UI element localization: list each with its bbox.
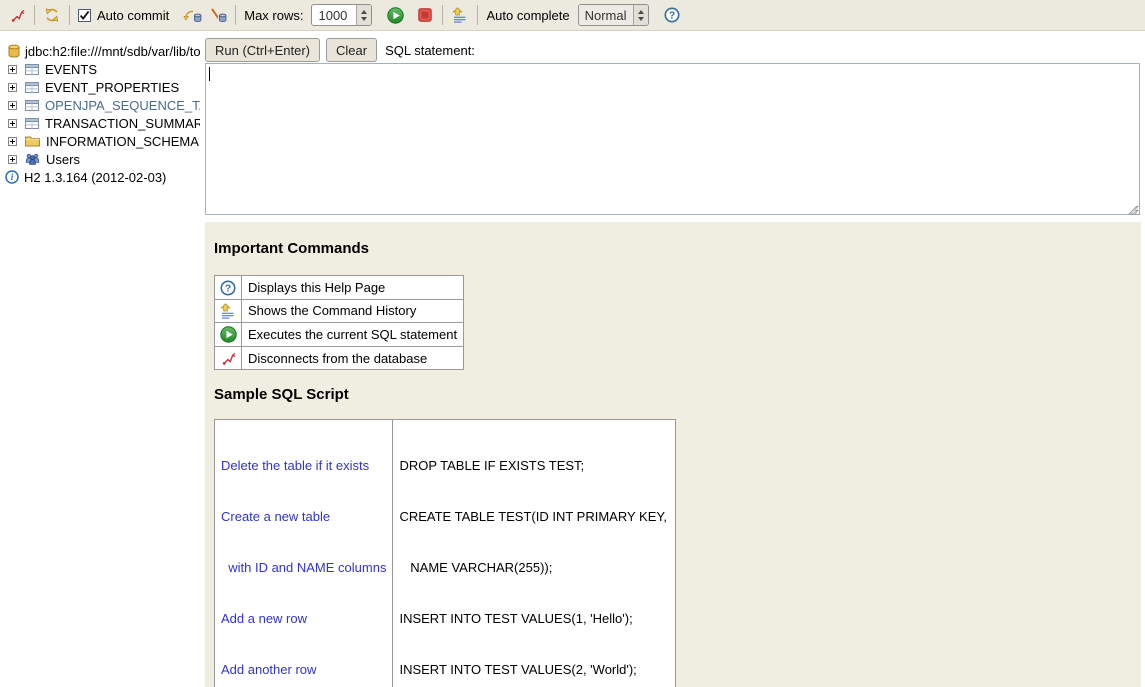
tree-node-label[interactable]: EVENT_PROPERTIES bbox=[45, 80, 179, 95]
commit-icon[interactable] bbox=[181, 3, 203, 27]
max-rows-select[interactable]: 1000 bbox=[311, 4, 372, 26]
expand-icon[interactable] bbox=[8, 119, 17, 128]
sample-link-delete-table[interactable]: Delete the table if it exists bbox=[221, 457, 386, 474]
expand-icon[interactable] bbox=[8, 101, 17, 110]
resize-grip-icon[interactable] bbox=[1128, 203, 1137, 212]
stop-icon[interactable] bbox=[414, 3, 436, 27]
auto-complete-value: Normal bbox=[579, 5, 633, 25]
table-icon bbox=[25, 100, 39, 111]
tree-node-events[interactable]: EVENTS bbox=[0, 60, 200, 78]
history-icon[interactable] bbox=[449, 3, 471, 27]
tree-node-label[interactable]: OPENJPA_SEQUENCE_TABLE bbox=[45, 98, 200, 113]
expand-icon[interactable] bbox=[8, 155, 17, 164]
refresh-icon[interactable] bbox=[41, 3, 63, 27]
run-button[interactable]: Run (Ctrl+Enter) bbox=[205, 38, 320, 62]
expand-icon[interactable] bbox=[8, 83, 17, 92]
important-commands-title: Important Commands bbox=[214, 240, 1129, 257]
toolbar-separator bbox=[442, 5, 443, 25]
connection-url-label[interactable]: jdbc:h2:file:///mnt/sdb/var/lib/tomcat bbox=[25, 44, 200, 59]
database-icon bbox=[8, 44, 20, 58]
auto-commit-label: Auto commit bbox=[97, 8, 169, 23]
command-row: Displays this Help Page bbox=[215, 276, 464, 300]
run-icon bbox=[220, 326, 237, 343]
tree-connection-node[interactable]: jdbc:h2:file:///mnt/sdb/var/lib/tomcat bbox=[0, 42, 200, 60]
checkbox-checked-icon bbox=[78, 9, 91, 22]
history-icon bbox=[220, 303, 236, 319]
expand-icon[interactable] bbox=[8, 65, 17, 74]
sample-link-create-table[interactable]: Create a new table bbox=[221, 508, 386, 525]
version-label: H2 1.3.164 (2012-02-03) bbox=[24, 170, 166, 185]
sample-sql-line: CREATE TABLE TEST(ID INT PRIMARY KEY, bbox=[399, 508, 669, 525]
sample-sql-line: INSERT INTO TEST VALUES(1, 'Hello'); bbox=[399, 610, 669, 627]
query-toolbar: Run (Ctrl+Enter) Clear SQL statement: bbox=[205, 38, 475, 62]
tree-node-transaction-summaries[interactable]: TRANSACTION_SUMMARIES bbox=[0, 114, 200, 132]
text-cursor bbox=[209, 67, 210, 81]
expand-icon[interactable] bbox=[8, 137, 17, 146]
folder-icon bbox=[25, 135, 40, 147]
sample-link-add-another-row[interactable]: Add another row bbox=[221, 661, 386, 678]
sample-row: Delete the table if it exists Create a n… bbox=[215, 420, 676, 687]
command-text: Executes the current SQL statement bbox=[242, 323, 464, 347]
max-rows-spinner[interactable] bbox=[356, 5, 371, 25]
tree-node-label[interactable]: TRANSACTION_SUMMARIES bbox=[45, 116, 200, 131]
command-row: Shows the Command History bbox=[215, 299, 464, 323]
sample-sql-title: Sample SQL Script bbox=[214, 386, 1129, 403]
table-icon bbox=[25, 118, 39, 129]
tree-node-label[interactable]: INFORMATION_SCHEMA bbox=[46, 134, 199, 149]
tree-version-row: H2 1.3.164 (2012-02-03) bbox=[0, 168, 200, 186]
auto-complete-spinner[interactable] bbox=[633, 5, 648, 25]
sql-textarea[interactable] bbox=[205, 63, 1140, 215]
command-text: Disconnects from the database bbox=[242, 347, 464, 370]
tree-node-event-properties[interactable]: EVENT_PROPERTIES bbox=[0, 78, 200, 96]
sample-sql-line: NAME VARCHAR(255)); bbox=[399, 559, 669, 576]
table-icon bbox=[25, 82, 39, 93]
sample-link-add-row[interactable]: Add a new row bbox=[221, 610, 386, 627]
tree-node-information-schema[interactable]: INFORMATION_SCHEMA bbox=[0, 132, 200, 150]
table-icon bbox=[25, 64, 39, 75]
command-text: Shows the Command History bbox=[242, 299, 464, 323]
auto-commit-checkbox[interactable]: Auto commit bbox=[78, 8, 173, 23]
sample-sql-line: INSERT INTO TEST VALUES(2, 'World'); bbox=[399, 661, 669, 678]
max-rows-value: 1000 bbox=[312, 5, 356, 25]
disconnect-icon bbox=[221, 351, 236, 366]
sample-sql-table: Delete the table if it exists Create a n… bbox=[214, 419, 676, 687]
command-row: Executes the current SQL statement bbox=[215, 323, 464, 347]
toolbar-separator bbox=[235, 5, 236, 25]
important-commands-table: Displays this Help Page Shows the Comman… bbox=[214, 275, 464, 370]
sql-statement-label: SQL statement: bbox=[385, 43, 475, 58]
command-text: Displays this Help Page bbox=[242, 276, 464, 300]
tree-node-openjpa-sequence-table[interactable]: OPENJPA_SEQUENCE_TABLE bbox=[0, 96, 200, 114]
sample-sql-line: DROP TABLE IF EXISTS TEST; bbox=[399, 457, 669, 474]
database-tree: jdbc:h2:file:///mnt/sdb/var/lib/tomcat E… bbox=[0, 42, 200, 186]
toolbar-separator bbox=[69, 5, 70, 25]
users-icon bbox=[25, 153, 40, 165]
toolbar: Auto commit Max rows: 1000 Auto complete… bbox=[0, 0, 1145, 31]
sample-link-create-table-line2[interactable]: with ID and NAME columns bbox=[221, 559, 386, 576]
command-row: Disconnects from the database bbox=[215, 347, 464, 370]
clear-button[interactable]: Clear bbox=[326, 38, 377, 62]
tree-node-users[interactable]: Users bbox=[0, 150, 200, 168]
rollback-icon[interactable] bbox=[207, 3, 229, 27]
auto-complete-label: Auto complete bbox=[486, 8, 569, 23]
h2-console: { "colors": { "toolbar_bg": "#ece9de", "… bbox=[0, 0, 1145, 687]
auto-complete-select[interactable]: Normal bbox=[578, 4, 649, 26]
run-icon[interactable] bbox=[384, 3, 406, 27]
tree-node-label[interactable]: EVENTS bbox=[45, 62, 97, 77]
help-icon[interactable] bbox=[661, 3, 683, 27]
help-icon bbox=[220, 280, 236, 296]
disconnect-icon[interactable] bbox=[6, 3, 28, 27]
toolbar-separator bbox=[34, 5, 35, 25]
help-panel: Important Commands Displays this Help Pa… bbox=[205, 222, 1141, 687]
info-icon bbox=[5, 170, 19, 184]
tree-node-label[interactable]: Users bbox=[46, 152, 80, 167]
toolbar-separator bbox=[477, 5, 478, 25]
max-rows-label: Max rows: bbox=[244, 8, 303, 23]
